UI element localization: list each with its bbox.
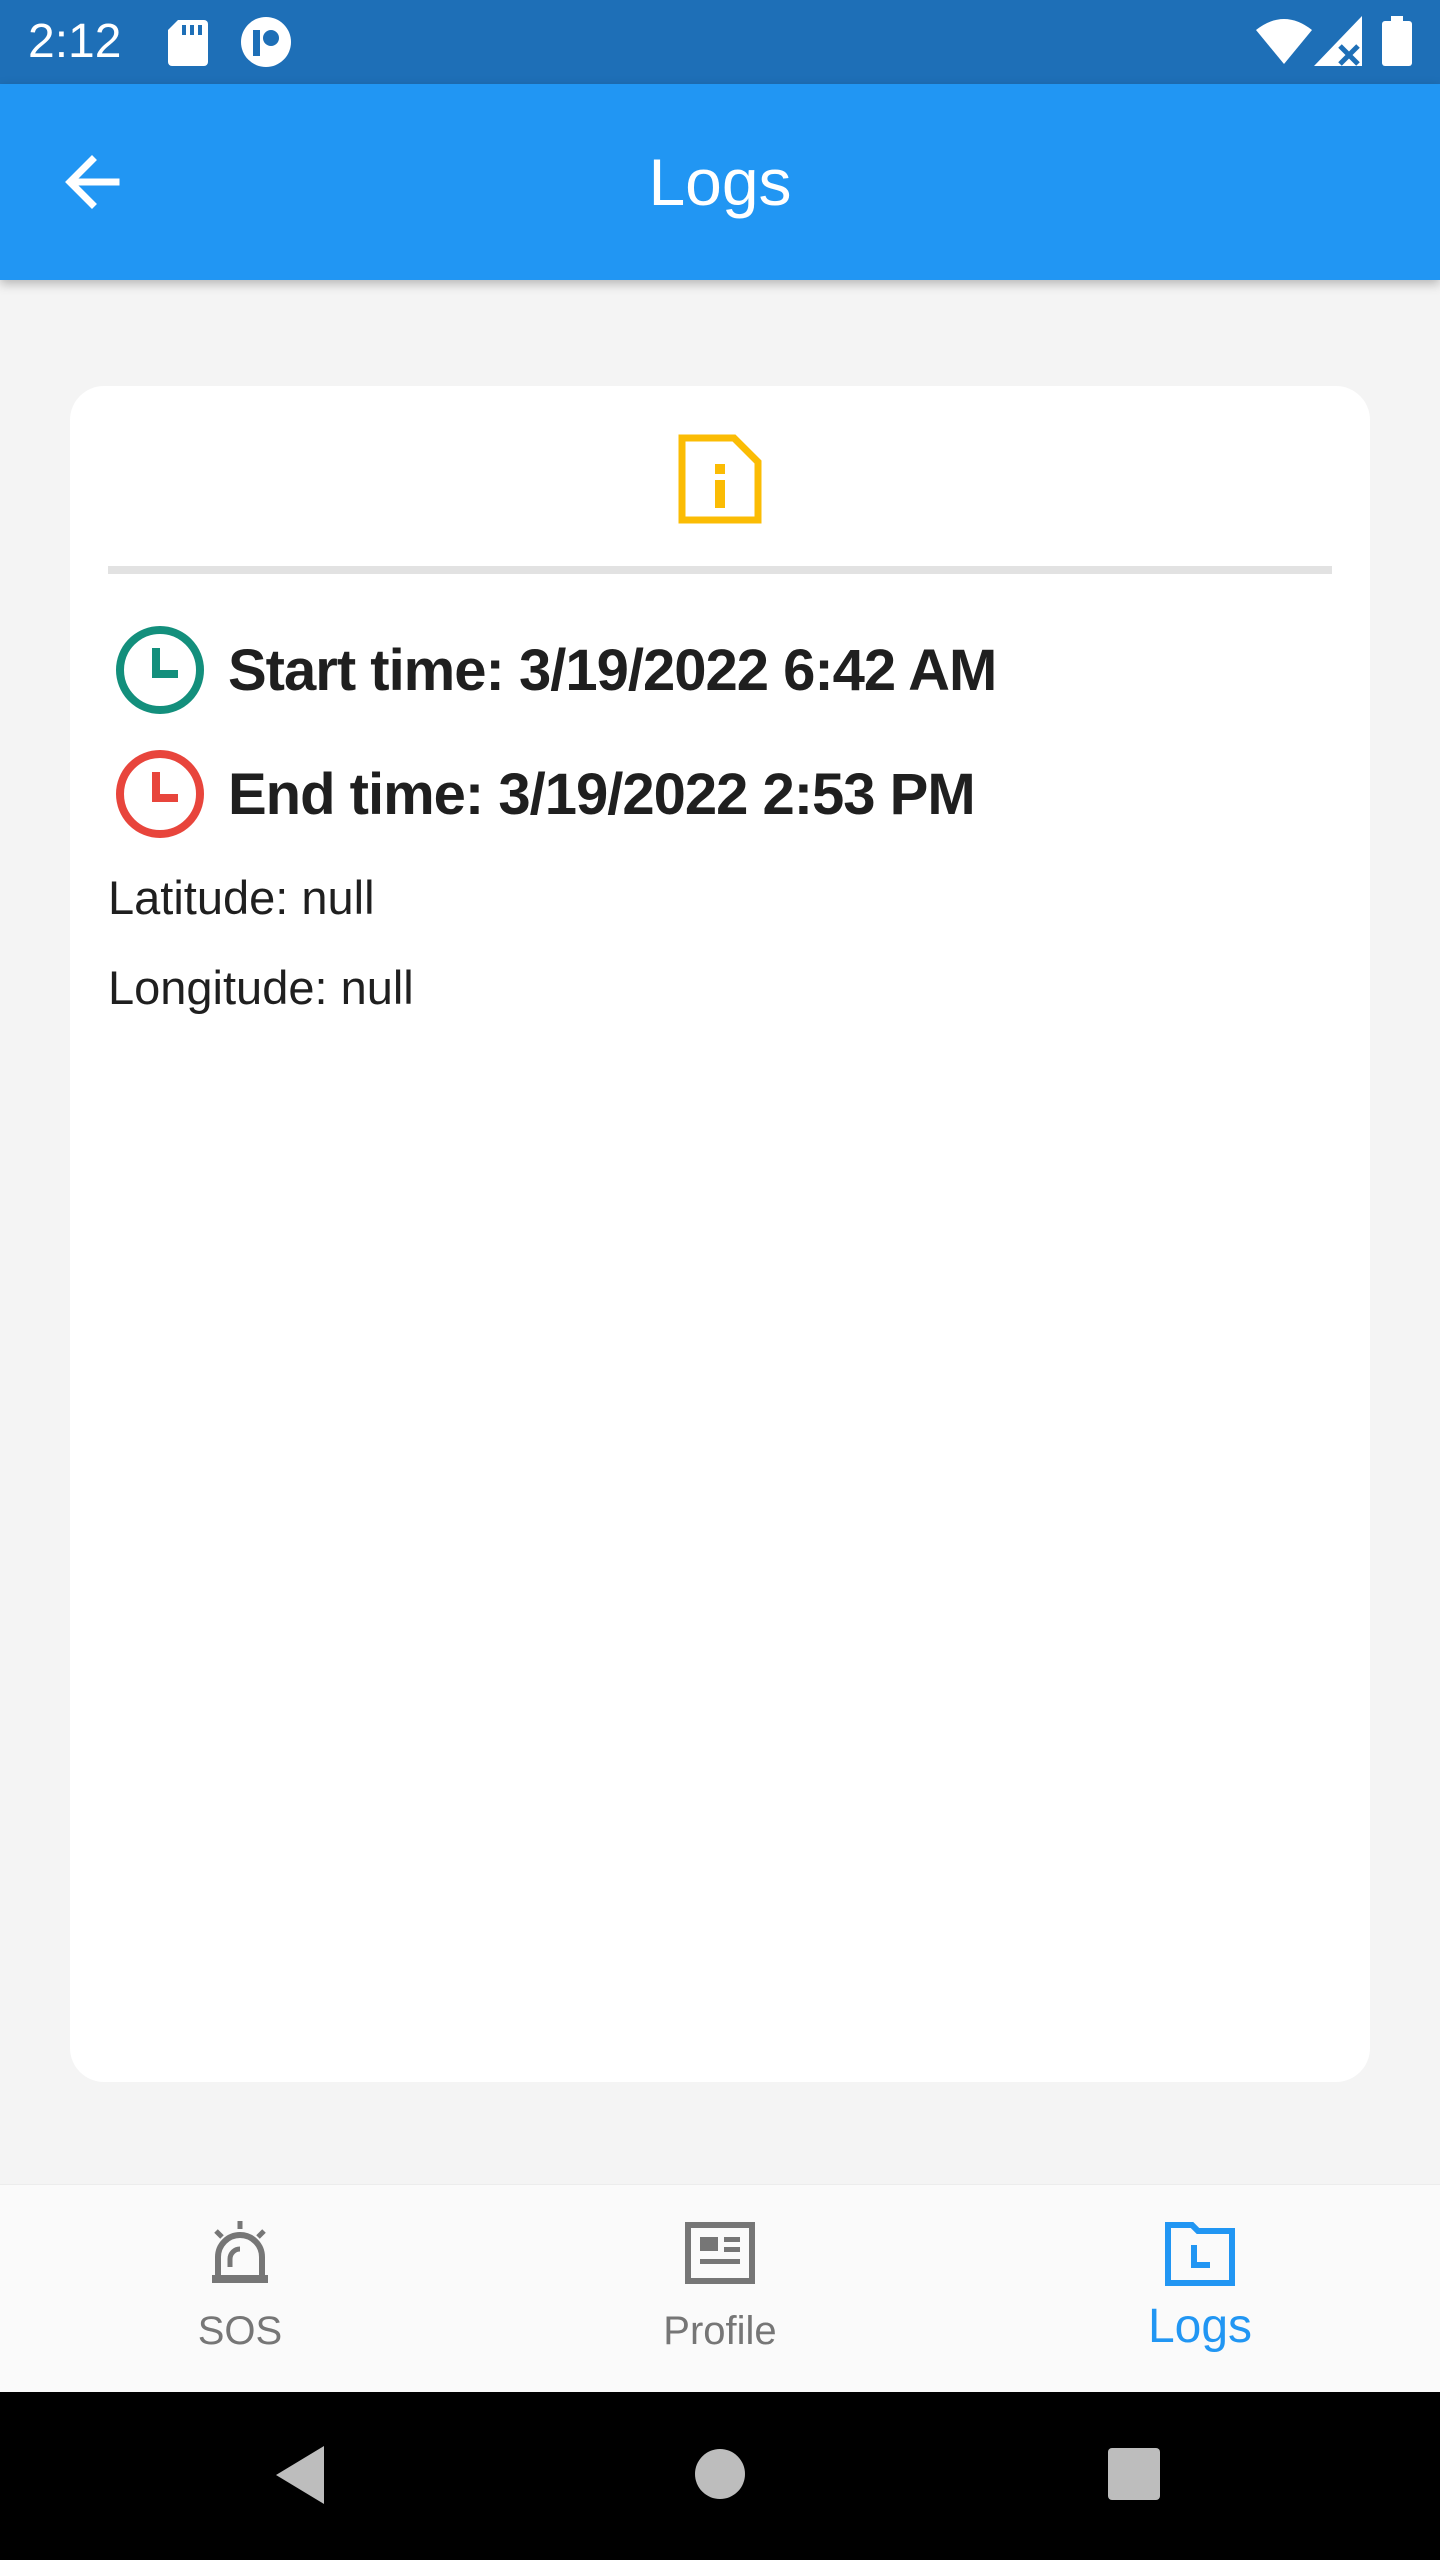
info-document-icon — [678, 434, 762, 524]
status-time: 2:12 — [28, 15, 122, 68]
recents-square-icon[interactable] — [1108, 2448, 1160, 2500]
app-bar: Logs — [0, 84, 1440, 280]
profile-card-icon — [685, 2222, 755, 2284]
longitude-text: Longitude: null — [108, 961, 414, 1014]
nav-item-logs[interactable]: Logs — [960, 2185, 1440, 2393]
nav-item-sos[interactable]: SOS — [0, 2185, 480, 2393]
page-title: Logs — [648, 145, 792, 219]
signal-icon — [1314, 16, 1362, 66]
sd-card-icon — [168, 20, 208, 66]
latitude-text: Latitude: null — [108, 871, 375, 924]
end-time-text: End time: 3/19/2022 2:53 PM — [228, 762, 976, 827]
start-time-row: Start time: 3/19/2022 6:42 AM — [114, 624, 1314, 716]
log-card: Start time: 3/19/2022 6:42 AM End time: … — [70, 386, 1370, 2082]
system-nav-bar — [0, 2392, 1440, 2560]
back-triangle-icon[interactable] — [272, 2444, 328, 2506]
bottom-navigation: SOS Profile Logs — [0, 2184, 1440, 2392]
home-circle-icon[interactable] — [694, 2448, 746, 2500]
card-divider — [108, 566, 1332, 574]
nav-item-profile[interactable]: Profile — [480, 2185, 960, 2393]
notification-app-icon — [241, 17, 291, 67]
end-clock-icon — [116, 750, 204, 838]
status-bar: 2:12 — [0, 0, 1440, 84]
battery-icon — [1382, 16, 1412, 66]
wifi-icon — [1256, 19, 1312, 64]
nav-label-sos: SOS — [197, 2309, 283, 2353]
end-time-row: End time: 3/19/2022 2:53 PM — [114, 748, 1314, 840]
start-clock-icon — [116, 626, 204, 714]
folder-clock-icon — [1165, 2222, 1235, 2286]
nav-label-logs: Logs — [1147, 2300, 1253, 2353]
nav-label-profile: Profile — [663, 2309, 777, 2353]
siren-icon — [212, 2221, 268, 2283]
start-time-text: Start time: 3/19/2022 6:42 AM — [228, 638, 997, 703]
